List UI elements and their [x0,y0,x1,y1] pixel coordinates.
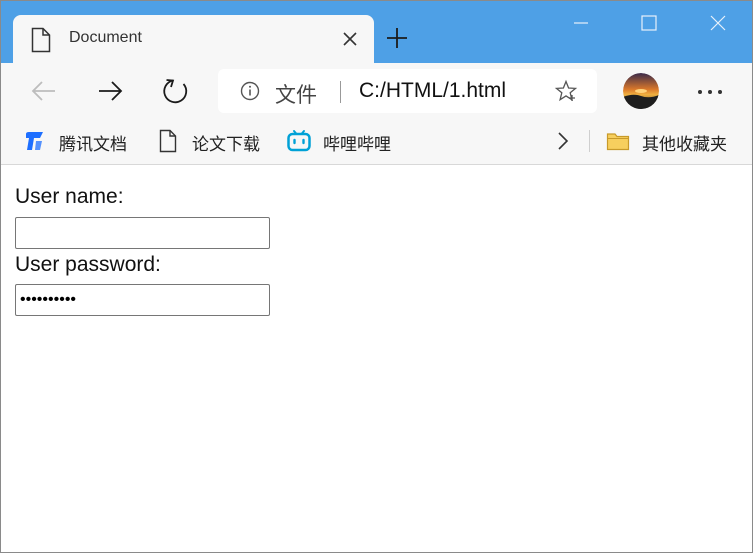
tab-title: Document [69,29,142,46]
document-icon [31,27,51,53]
close-window-button[interactable] [706,11,730,35]
minimize-button[interactable] [569,11,593,35]
browser-window: Document 文件 C:/HTML/1.html 腾讯文档 论文下载 哔哩哔… [0,0,753,553]
bilibili-icon [287,130,311,152]
favorite-label: 腾讯文档 [59,135,127,155]
favorite-tencent-docs[interactable]: 腾讯文档 [23,128,143,155]
favorite-paper-download[interactable]: 论文下载 [156,128,276,155]
info-icon[interactable] [240,81,260,101]
refresh-button[interactable] [161,76,191,106]
forward-button[interactable] [95,76,125,106]
favorite-bilibili[interactable]: 哔哩哔哩 [287,128,407,155]
password-label: User password: [15,253,161,276]
favorite-label: 其他收藏夹 [642,135,727,155]
address-bar[interactable]: 文件 C:/HTML/1.html [218,69,597,113]
back-button[interactable] [29,76,59,106]
page-content: User name: User password: [1,165,752,552]
more-options-icon[interactable] [696,89,724,95]
tencent-docs-icon [26,132,43,150]
maximize-button[interactable] [637,11,661,35]
username-input[interactable] [15,217,270,249]
favorite-other-folder[interactable]: 其他收藏夹 [606,128,746,155]
tab-document[interactable]: Document [13,15,374,63]
username-label: User name: [15,185,124,208]
profile-avatar[interactable] [623,73,659,109]
folder-icon [606,133,630,151]
page-icon [159,129,177,153]
favorite-label: 哔哩哔哩 [323,135,391,155]
url-text[interactable]: C:/HTML/1.html [359,79,506,103]
favorites-divider [589,130,590,152]
file-scheme-label: 文件 [275,83,317,107]
navigation-toolbar: 文件 C:/HTML/1.html [1,63,752,118]
close-tab-icon[interactable] [340,29,360,49]
new-tab-button[interactable] [385,26,409,50]
address-separator [340,81,341,103]
add-favorite-star-icon[interactable] [554,79,578,103]
favorites-bar: 腾讯文档 论文下载 哔哩哔哩 其他收藏夹 [1,118,752,165]
favorite-label: 论文下载 [192,135,260,155]
chevron-right-icon[interactable] [554,131,572,151]
password-input[interactable] [15,284,270,316]
title-bar: Document [1,1,752,63]
